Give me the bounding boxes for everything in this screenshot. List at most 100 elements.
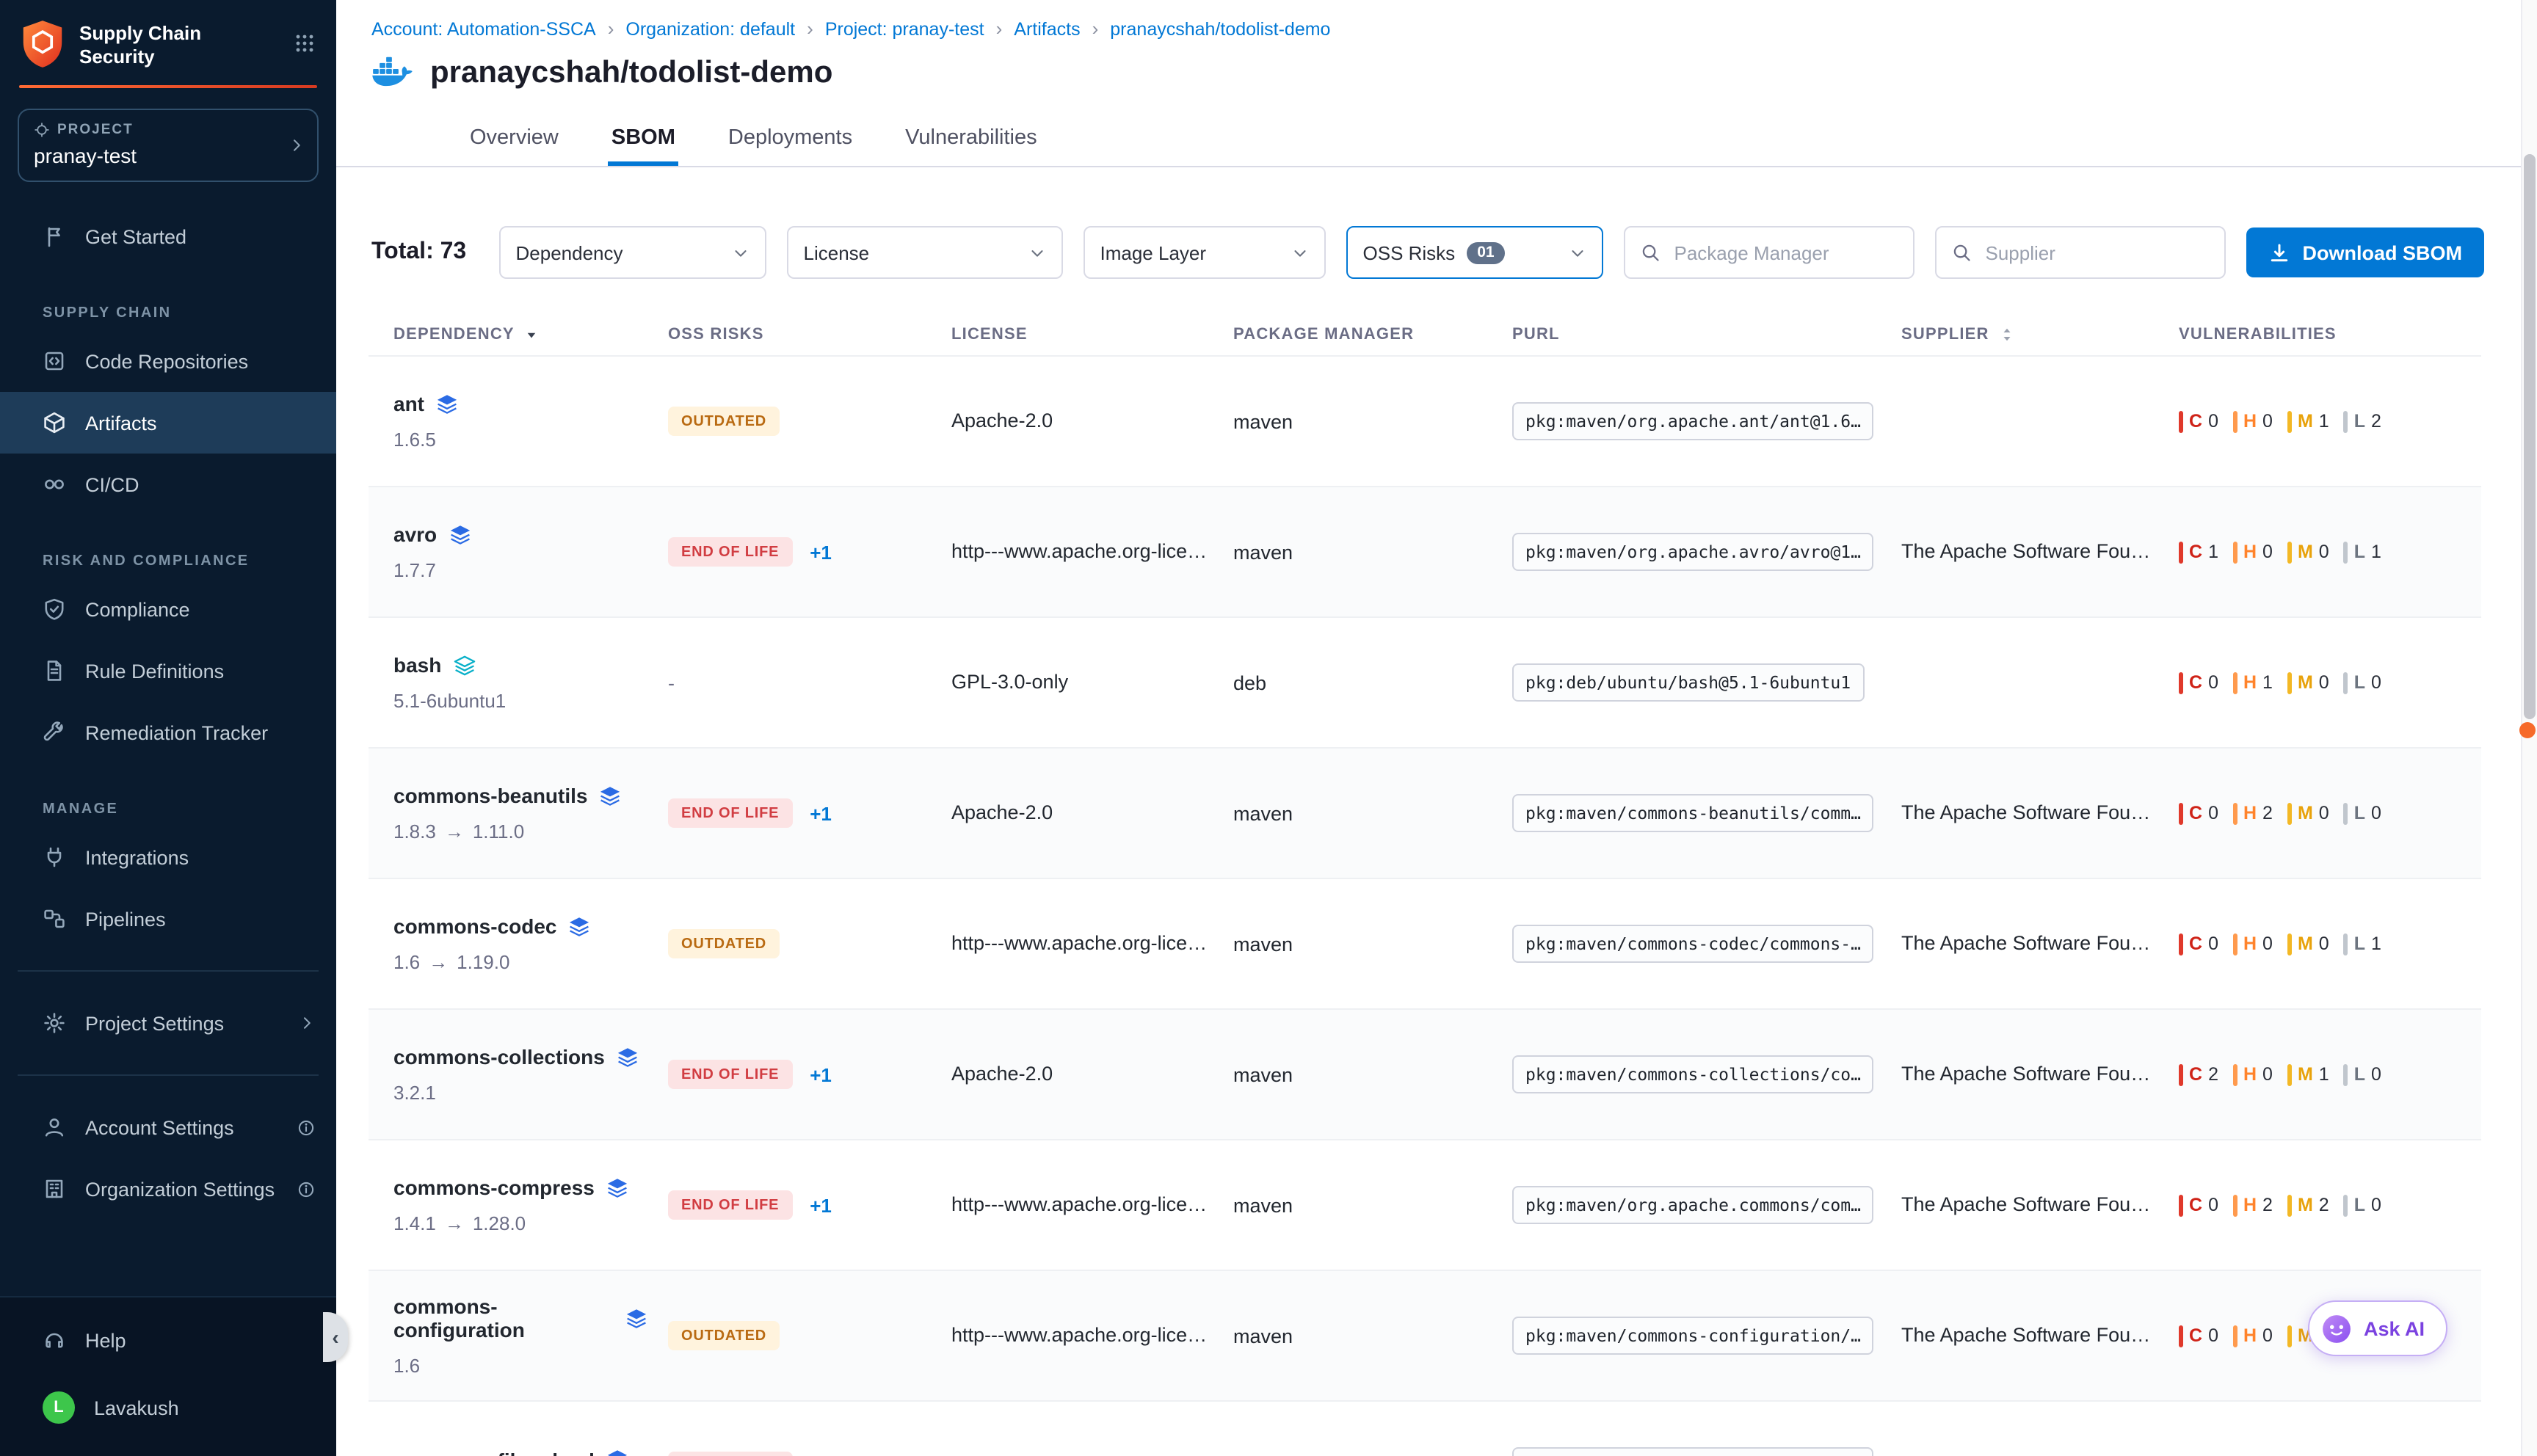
package-manager-cell: maven bbox=[1233, 1271, 1512, 1400]
purl-value[interactable]: pkg:maven/commons-collections/co… bbox=[1512, 1055, 1874, 1093]
purl-value[interactable]: pkg:maven/org.apache.commons/com… bbox=[1512, 1186, 1874, 1224]
oss-risks-cell: END OF LIFE+1 bbox=[668, 749, 951, 878]
table-row[interactable]: commons-configuration1.6OUTDATEDhttp---w… bbox=[369, 1270, 2481, 1400]
purl-value[interactable]: pkg:maven/commons-fileupload/com… bbox=[1512, 1447, 1874, 1456]
license-cell: http---www.apache.org-lice… bbox=[951, 879, 1233, 1008]
tab-vulnerabilities[interactable]: Vulnerabilities bbox=[902, 110, 1039, 166]
sidebar-item-ci-cd[interactable]: CI/CD bbox=[0, 454, 336, 515]
sidebar-item-rule-definitions[interactable]: Rule Definitions bbox=[0, 640, 336, 702]
supplier-input[interactable] bbox=[1983, 240, 2210, 265]
app-logo[interactable]: Supply Chain Security bbox=[0, 0, 336, 81]
supplier-cell: The Apache Software Foun… bbox=[1901, 1271, 2179, 1400]
severity-count: 0 bbox=[2208, 933, 2218, 954]
package-manager-input[interactable] bbox=[1672, 240, 1899, 265]
sidebar-bottom: Help L Lavakush bbox=[0, 1296, 336, 1456]
purl-value[interactable]: pkg:maven/org.apache.avro/avro@1… bbox=[1512, 533, 1874, 571]
breadcrumb-link[interactable]: Artifacts bbox=[1014, 18, 1080, 39]
purl-cell: pkg:maven/commons-beanutils/comm… bbox=[1512, 749, 1901, 878]
sidebar-section-label: MANAGE bbox=[0, 787, 336, 826]
tab-bar: Overview SBOM Deployments Vulnerabilities bbox=[336, 110, 2537, 167]
dependency-cell: commons-beanutils1.8.3→1.11.0 bbox=[369, 749, 668, 878]
table-row[interactable]: commons-compress1.4.1→1.28.0END OF LIFE+… bbox=[369, 1139, 2481, 1270]
severity-letter: H bbox=[2243, 1064, 2257, 1085]
filter-oss-risks[interactable]: OSS Risks01 bbox=[1347, 226, 1604, 279]
tab-overview[interactable]: Overview bbox=[467, 110, 562, 166]
oss-risk-more-link[interactable]: +1 bbox=[810, 1194, 832, 1216]
severity-low: L0 bbox=[2344, 802, 2381, 824]
tab-sbom[interactable]: SBOM bbox=[609, 110, 678, 166]
oss-risks-cell: OUTDATED bbox=[668, 879, 951, 1008]
column-header-dependency[interactable]: DEPENDENCY bbox=[369, 326, 668, 343]
sidebar-item-compliance[interactable]: Compliance bbox=[0, 578, 336, 640]
sidebar-item-organization-settings[interactable]: Organization Settings bbox=[0, 1158, 336, 1220]
filter-license[interactable]: License bbox=[788, 226, 1064, 279]
purl-value[interactable]: pkg:maven/commons-beanutils/comm… bbox=[1512, 794, 1874, 832]
ask-ai-button[interactable]: Ask AI bbox=[2308, 1300, 2447, 1356]
project-label: PROJECT bbox=[57, 122, 134, 138]
severity-count: 0 bbox=[2371, 1064, 2381, 1085]
sidebar-item-account-settings[interactable]: Account Settings bbox=[0, 1096, 336, 1158]
severity-count: 2 bbox=[2262, 803, 2273, 823]
filter-dependency[interactable]: Dependency bbox=[500, 226, 767, 279]
project-selector[interactable]: PROJECT pranay-test bbox=[18, 109, 319, 182]
purl-value[interactable]: pkg:deb/ubuntu/bash@5.1-6ubuntu1 bbox=[1512, 663, 1864, 702]
user-menu[interactable]: L Lavakush bbox=[0, 1377, 336, 1438]
breadcrumb-link[interactable]: Project: pranay-test bbox=[825, 18, 984, 39]
severity-bar bbox=[2233, 933, 2237, 955]
sidebar-item-integrations[interactable]: Integrations bbox=[0, 826, 336, 888]
oss-risk-more-link[interactable]: +1 bbox=[810, 1063, 832, 1085]
sidebar-item-get-started[interactable]: Get Started bbox=[0, 205, 336, 267]
breadcrumb-link[interactable]: pranaycshah/todolist-demo bbox=[1110, 18, 1330, 39]
severity-bar bbox=[2287, 1063, 2292, 1085]
table-row[interactable]: ant1.6.5OUTDATEDApache-2.0mavenpkg:maven… bbox=[369, 355, 2481, 486]
table-row[interactable]: commons-fileuploadEND OF LIFE+1Apache-2.… bbox=[369, 1400, 2481, 1456]
severity-letter: L bbox=[2354, 672, 2365, 693]
table-row[interactable]: commons-codec1.6→1.19.0OUTDATEDhttp---ww… bbox=[369, 878, 2481, 1008]
help-label: Help bbox=[85, 1329, 126, 1351]
sidebar-item-code-repositories[interactable]: Code Repositories bbox=[0, 330, 336, 392]
sidebar-item-artifacts[interactable]: Artifacts bbox=[0, 392, 336, 454]
breadcrumb-link[interactable]: Organization: default bbox=[625, 18, 795, 39]
notification-dot[interactable] bbox=[2519, 722, 2536, 738]
severity-count: 1 bbox=[2371, 933, 2381, 954]
severity-medium: M0 bbox=[2287, 671, 2329, 694]
purl-value[interactable]: pkg:maven/commons-codec/commons-… bbox=[1512, 925, 1874, 963]
table-row[interactable]: bash5.1-6ubuntu1-GPL-3.0-onlydebpkg:deb/… bbox=[369, 616, 2481, 747]
filter-label: Image Layer bbox=[1100, 241, 1207, 263]
sidebar-item-label: Compliance bbox=[85, 598, 190, 620]
purl-value[interactable]: pkg:maven/commons-configuration/… bbox=[1512, 1317, 1874, 1355]
severity-bar bbox=[2287, 541, 2292, 563]
oss-risk-more-link[interactable]: +1 bbox=[810, 802, 832, 824]
severity-letter: M bbox=[2298, 803, 2313, 823]
table-row[interactable]: avro1.7.7END OF LIFE+1http---www.apache.… bbox=[369, 486, 2481, 616]
help-button[interactable]: Help bbox=[0, 1309, 336, 1371]
sort-both-icon bbox=[1998, 326, 2016, 343]
severity-letter: M bbox=[2298, 672, 2313, 693]
download-sbom-button[interactable]: Download SBOM bbox=[2247, 228, 2485, 277]
sidebar-item-pipelines[interactable]: Pipelines bbox=[0, 888, 336, 950]
breadcrumb-link[interactable]: Account: Automation-SSCA bbox=[371, 18, 596, 39]
column-header-supplier[interactable]: SUPPLIER bbox=[1901, 326, 2179, 343]
chevron-down-icon bbox=[1028, 243, 1048, 262]
severity-bar bbox=[2179, 1325, 2183, 1347]
oss-risk-more-link[interactable]: +1 bbox=[810, 541, 832, 563]
severity-count: 1 bbox=[2319, 1064, 2329, 1085]
scrollbar-thumb[interactable] bbox=[2524, 154, 2536, 719]
layers-outline-icon bbox=[453, 654, 475, 676]
table-row[interactable]: commons-beanutils1.8.3→1.11.0END OF LIFE… bbox=[369, 747, 2481, 878]
severity-critical: C0 bbox=[2179, 933, 2218, 955]
tab-deployments[interactable]: Deployments bbox=[725, 110, 855, 166]
sidebar-item-remediation-tracker[interactable]: Remediation Tracker bbox=[0, 702, 336, 763]
license-cell: Apache-2.0 bbox=[951, 357, 1233, 486]
filter-image-layer[interactable]: Image Layer bbox=[1084, 226, 1326, 279]
purl-value[interactable]: pkg:maven/org.apache.ant/ant@1.6… bbox=[1512, 402, 1874, 440]
severity-count: 2 bbox=[2262, 1195, 2273, 1215]
app-switcher-grid-icon[interactable] bbox=[294, 32, 316, 54]
sidebar-item-project-settings[interactable]: Project Settings bbox=[0, 992, 336, 1054]
supplier-search[interactable] bbox=[1936, 226, 2226, 279]
dependency-version: 3.2.1 bbox=[393, 1082, 436, 1104]
package-manager-search[interactable] bbox=[1625, 226, 1915, 279]
table-row[interactable]: commons-collections3.2.1END OF LIFE+1Apa… bbox=[369, 1008, 2481, 1139]
severity-low: L0 bbox=[2344, 671, 2381, 694]
severity-letter: L bbox=[2354, 803, 2365, 823]
